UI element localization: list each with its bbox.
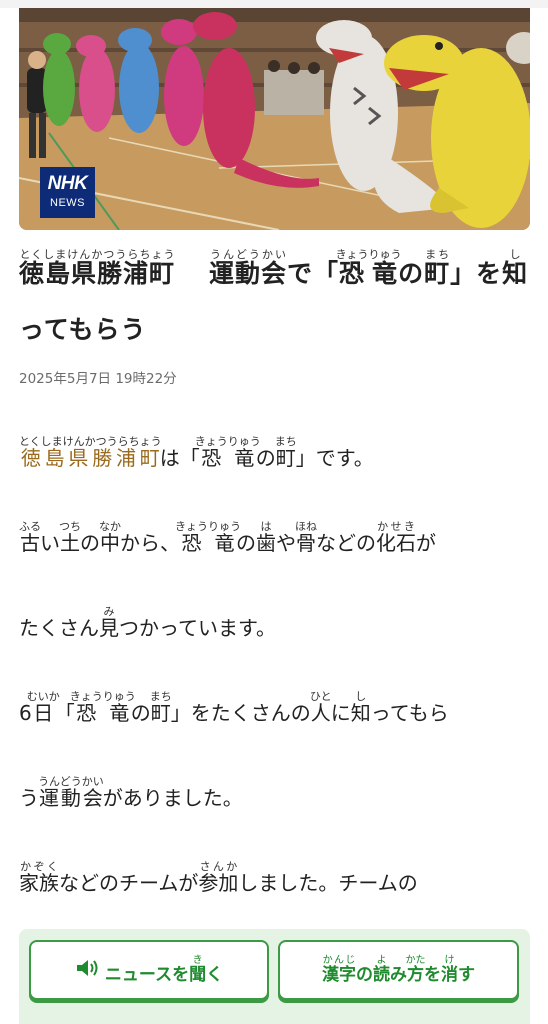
hide-kanji-label: 漢字かんじの読よみ方かたを消けす	[322, 955, 475, 985]
title-word: 運動会うんどうかい	[209, 248, 288, 288]
article-body: 徳島県勝浦町とくしまけんかつうらちょうは「恐竜きょうりゅうの町まち」です。 古ふ…	[19, 416, 534, 926]
bottom-action-bar: ニュースを聞きく 漢字かんじの読よみ方かたを消けす	[19, 929, 530, 1024]
title-word: 知し	[502, 248, 529, 288]
paragraph: う運動会うんどうかいがありました。	[19, 775, 243, 810]
speaker-icon	[75, 959, 101, 982]
paragraph: 家族かぞくなどのチームが参加さんかしました。チームの	[19, 860, 418, 895]
paragraph: 徳島県勝浦町とくしまけんかつうらちょうは「恐竜きょうりゅうの町まち」です。	[19, 435, 374, 470]
nhk-logo-text: NHK	[47, 173, 88, 194]
paragraph: たくさん見みつかっています。	[19, 605, 276, 640]
top-edge	[0, 0, 548, 8]
article-date: 2025年5月7日 19時22分	[19, 371, 177, 387]
nhk-news-logo: NHK NEWS	[40, 167, 95, 218]
article-hero-image: NHK NEWS	[19, 8, 530, 230]
place-name-link[interactable]: 徳島県勝浦町とくしまけんかつうらちょう	[19, 435, 162, 470]
article-title: 徳島県勝浦町とくしまけんかつうらちょう運動会うんどうかいで「恐竜きょうりゅうの町…	[19, 248, 529, 344]
hide-kanji-reading-button[interactable]: 漢字かんじの読よみ方かたを消けす	[278, 940, 519, 1000]
listen-label: ニュースを聞きく	[104, 955, 224, 985]
news-logo-text: NEWS	[50, 197, 85, 209]
dinosaur-costume-photo	[19, 8, 530, 230]
title-word: 町まち	[424, 248, 451, 288]
paragraph: 古ふるい土つちの中なかから、恐竜きょうりゅうの歯はや骨ほねなどの化石かせきが	[19, 520, 436, 555]
title-word: 徳島県勝浦町とくしまけんかつうらちょう	[19, 248, 176, 288]
listen-news-button[interactable]: ニュースを聞きく	[29, 940, 269, 1000]
paragraph: 6日むいか「恐竜きょうりゅうの町まち」をたくさんの人ひとに知しってもら	[19, 690, 449, 725]
title-word: 恐竜きょうりゅう	[335, 248, 402, 288]
